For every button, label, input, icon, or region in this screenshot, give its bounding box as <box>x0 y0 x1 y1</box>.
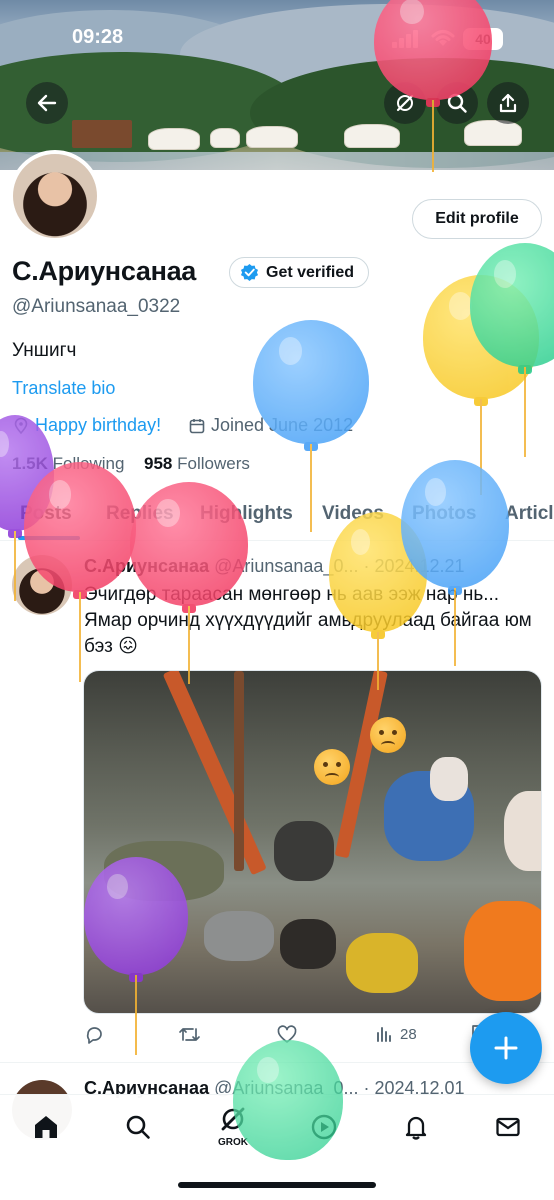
views-icon <box>377 1027 391 1042</box>
tab-photos[interactable]: Photos <box>412 503 476 525</box>
status-time: 09:28 <box>72 26 124 48</box>
post-author-handle: @Ariunsanaa_0... <box>214 556 359 576</box>
search-icon <box>126 1115 150 1139</box>
get-verified-button[interactable]: Get verified <box>229 257 370 288</box>
plus-icon <box>494 1036 518 1060</box>
calendar-icon <box>189 418 205 433</box>
back-button[interactable] <box>26 82 68 124</box>
post-text: Эчигдөр тараасан мөнгөөр нь аав ээж нар … <box>84 584 532 657</box>
get-verified-label: Get verified <box>266 263 355 281</box>
home-icon <box>35 1116 57 1138</box>
tab-articles[interactable]: Articles <box>505 503 554 525</box>
birthday-text[interactable]: Happy birthday! <box>35 415 161 436</box>
profile-avatar[interactable] <box>9 150 101 242</box>
nav-grok[interactable] <box>213 1099 253 1139</box>
followers-link[interactable]: 958 Followers <box>144 454 250 474</box>
compose-button[interactable] <box>470 1012 542 1084</box>
status-bar: 09:28 40 <box>0 24 554 54</box>
post-date: · 2024.12.21 <box>363 556 465 576</box>
tab-replies[interactable]: Replies <box>106 503 174 525</box>
nav-notifications[interactable] <box>396 1107 436 1147</box>
nav-video[interactable] <box>304 1107 344 1147</box>
battery-indicator: 40 <box>463 28 503 50</box>
following-count: 1.5K <box>12 454 48 473</box>
bell-icon <box>405 1116 427 1140</box>
mail-icon <box>496 1117 520 1137</box>
following-label: Following <box>52 454 125 473</box>
wifi-icon <box>431 30 455 46</box>
share-icon <box>499 93 517 113</box>
profile-handle: @Ariunsanaa_0322 <box>12 296 181 317</box>
search-icon <box>447 93 467 113</box>
following-link[interactable]: 1.5K Following <box>12 454 124 474</box>
translate-bio-link[interactable]: Translate bio <box>12 378 115 399</box>
post-author-avatar[interactable] <box>12 555 72 615</box>
post-divider <box>0 1062 554 1063</box>
tab-posts[interactable]: Posts <box>20 503 72 525</box>
grok-icon <box>396 94 414 112</box>
joined-text: Joined June 2012 <box>211 415 354 435</box>
like-button[interactable] <box>276 1024 298 1045</box>
like-icon <box>277 1025 297 1043</box>
share-button[interactable] <box>487 82 529 124</box>
edit-profile-button[interactable]: Edit profile <box>412 199 542 239</box>
grok-icon <box>221 1107 245 1131</box>
search-button[interactable] <box>436 82 478 124</box>
location-icon <box>14 417 28 434</box>
followers-count: 958 <box>144 454 173 473</box>
tab-videos[interactable]: Videos <box>322 503 384 525</box>
verified-badge-icon <box>240 263 259 282</box>
active-tab-indicator <box>18 536 80 540</box>
nav-messages[interactable] <box>488 1107 528 1147</box>
repost-icon <box>179 1028 200 1041</box>
followers-label: Followers <box>177 454 250 473</box>
home-indicator <box>178 1182 376 1188</box>
nav-grok-label: GROK <box>218 1137 248 1148</box>
cellular-signal-icon <box>392 30 422 48</box>
profile-name: С.Ариунсанаа <box>12 256 197 286</box>
sad-face-icon <box>314 749 350 785</box>
balloon-yellow <box>423 275 539 495</box>
profile-bio: Уншигч <box>12 340 77 361</box>
post-author-name[interactable]: С.Ариунсанаа <box>84 556 209 576</box>
grok-button[interactable] <box>384 82 426 124</box>
views-button[interactable]: 28 <box>374 1024 417 1044</box>
play-icon <box>311 1114 337 1140</box>
tab-highlights[interactable]: Highlights <box>200 503 293 525</box>
reply-button[interactable] <box>84 1024 105 1045</box>
back-arrow-icon <box>37 94 57 112</box>
post-image[interactable] <box>83 670 542 1014</box>
nav-home[interactable] <box>26 1107 66 1147</box>
reply-icon <box>86 1027 102 1044</box>
balloon-green <box>470 243 554 457</box>
birthday-item: Happy birthday! <box>12 415 161 436</box>
joined-item: Joined June 2012 <box>188 415 353 436</box>
repost-button[interactable] <box>178 1024 201 1045</box>
profile-tabs: Posts Replies Highlights Videos Photos A… <box>0 495 554 541</box>
sad-face-icon <box>370 717 406 753</box>
post-header: С.Ариунсанаа @Ariunsanaa_0... · 2024.12.… <box>84 556 544 577</box>
nav-search[interactable] <box>118 1107 158 1147</box>
views-count: 28 <box>400 1025 417 1043</box>
